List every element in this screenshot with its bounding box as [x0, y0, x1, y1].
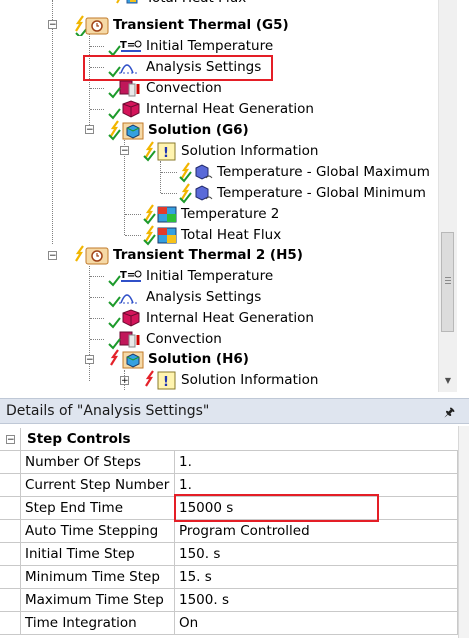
temperature-result-icon — [142, 204, 178, 225]
solution-icon — [107, 349, 144, 370]
property-name: Maximum Time Step — [21, 589, 175, 612]
probe-icon — [178, 183, 214, 204]
svg-text:T=: T= — [120, 40, 135, 51]
collapse-toggle[interactable]: − — [48, 251, 57, 261]
svg-text:!: ! — [163, 146, 169, 161]
solution-icon — [107, 120, 144, 141]
details-panel-header: Details of "Analysis Settings" 🖈 — [0, 398, 469, 424]
convection-icon — [107, 78, 143, 99]
property-value[interactable]: 15. s — [175, 566, 458, 589]
property-name: Current Step Number — [21, 474, 175, 497]
tree-scrollbar[interactable]: ▼ — [438, 0, 457, 392]
tree-connector — [161, 172, 177, 173]
scroll-down-arrow-icon[interactable]: ▼ — [439, 372, 457, 390]
project-tree: Total Heat Flux − Transient Thermal (G5)… — [0, 0, 469, 392]
collapse-toggle[interactable]: − — [6, 435, 15, 445]
section-collapse-cell[interactable]: − — [0, 428, 21, 451]
tree-connector — [90, 46, 104, 47]
svg-text:!: ! — [163, 375, 169, 390]
collapse-toggle[interactable]: − — [120, 146, 129, 156]
collapse-toggle[interactable]: − — [85, 125, 94, 135]
section-title: Step Controls — [21, 428, 458, 451]
section-step-controls[interactable]: − Step Controls — [0, 428, 458, 451]
property-name: Step End Time — [21, 497, 175, 520]
pane-border — [457, 0, 469, 392]
heat-flux-icon — [142, 225, 178, 246]
scroll-thumb[interactable] — [441, 232, 454, 332]
property-name: Initial Time Step — [21, 543, 175, 566]
property-value[interactable]: 1500. s — [175, 589, 458, 612]
internal-heat-generation-icon — [107, 308, 143, 329]
details-grid: − Step Controls Number Of Steps 1. Curre… — [0, 426, 469, 638]
tree-connector — [90, 318, 104, 319]
property-name: Minimum Time Step — [21, 566, 175, 589]
initial-temperature-icon: T= — [107, 36, 143, 57]
details-scrollbar[interactable] — [458, 426, 469, 638]
tree-connector — [52, 0, 53, 244]
probe-icon — [178, 162, 214, 183]
solution-information-icon: ! — [142, 370, 178, 391]
property-name: Time Integration — [21, 612, 175, 635]
property-value[interactable]: 1. — [175, 451, 458, 474]
property-value[interactable]: 150. s — [175, 543, 458, 566]
collapse-toggle[interactable]: − — [48, 20, 57, 30]
property-value[interactable]: Program Controlled — [175, 520, 458, 543]
tree-connector — [125, 214, 141, 215]
tree-connector — [90, 276, 104, 277]
tree-connector — [125, 235, 141, 236]
initial-temperature-icon: T= — [107, 266, 143, 287]
solution-information-icon: ! — [142, 141, 178, 162]
tree-connector — [160, 161, 161, 193]
tree-connector — [90, 339, 104, 340]
tree-connector — [90, 88, 104, 89]
internal-heat-generation-icon — [107, 99, 143, 120]
property-name: Auto Time Stepping — [21, 520, 175, 543]
expand-toggle[interactable]: + — [120, 376, 129, 386]
collapse-toggle[interactable]: − — [85, 355, 94, 365]
convection-icon — [107, 329, 143, 350]
analysis-settings-icon — [107, 287, 143, 308]
transient-thermal-icon — [72, 245, 109, 266]
tree-connector — [161, 193, 177, 194]
transient-thermal-icon — [72, 15, 109, 39]
heat-flux-icon — [107, 0, 143, 9]
details-title: Details of "Analysis Settings" — [6, 403, 210, 419]
tree-connector — [90, 109, 104, 110]
property-name: Number Of Steps — [21, 451, 175, 474]
pin-icon[interactable]: 🖈 — [444, 403, 455, 424]
highlight-box — [174, 494, 379, 522]
svg-text:T=: T= — [120, 270, 135, 281]
property-value[interactable]: On — [175, 612, 458, 635]
tree-connector — [90, 297, 104, 298]
